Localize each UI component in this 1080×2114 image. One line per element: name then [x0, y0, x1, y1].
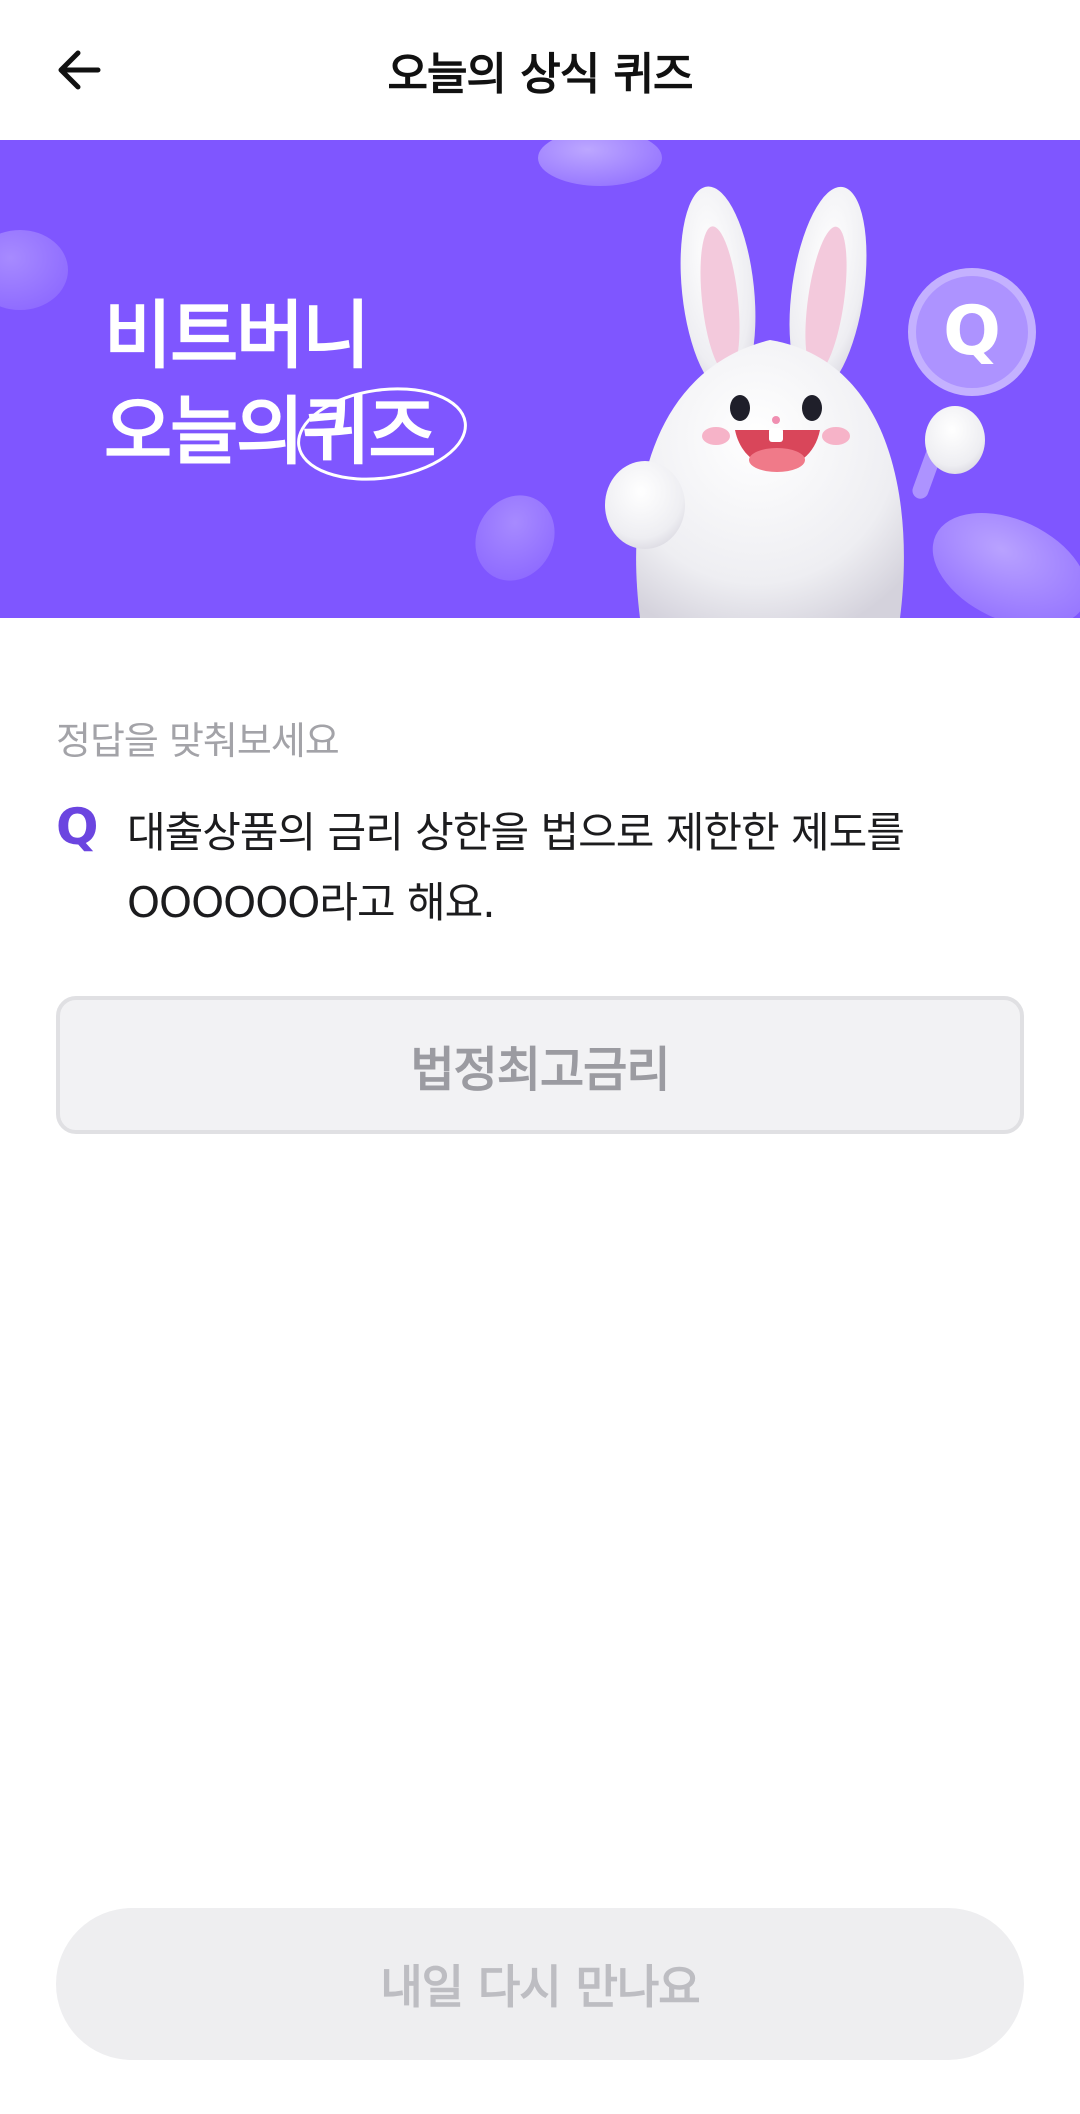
- banner-title-line2: 오늘의: [104, 389, 304, 475]
- top-app-bar: 오늘의 상식 퀴즈: [0, 0, 1080, 140]
- banner-title-line1: 비트버니: [104, 293, 370, 379]
- banner-title-highlight: 퀴즈: [297, 384, 468, 481]
- banner-title: 비트버니 오늘의 퀴즈: [104, 288, 468, 481]
- q-badge-letter: Q: [943, 292, 1001, 371]
- quiz-banner: Q 비트버니 오늘의 퀴즈: [0, 140, 1080, 618]
- see-you-tomorrow-button[interactable]: 내일 다시 만나요: [56, 1908, 1024, 2060]
- quiz-question-line1: 대출상품의 금리 상한을 법으로 제한한 제도를: [127, 808, 905, 857]
- quiz-question: 대출상품의 금리 상한을 법으로 제한한 제도를 OOOOOO라고 해요.: [127, 798, 987, 938]
- page-title: 오늘의 상식 퀴즈: [387, 49, 694, 100]
- quiz-hint: 정답을 맞춰보세요: [56, 719, 340, 763]
- quiz-question-line2: OOOOOO라고 해요.: [127, 878, 496, 927]
- answer-box: 법정최고금리: [56, 996, 1024, 1134]
- quiz-page: 오늘의 상식 퀴즈 Q 비트버니 오늘의 퀴즈 정답을 맞춰보세요 Q 대출상품…: [0, 0, 1080, 2114]
- hand-drawn-circle-icon: [297, 387, 468, 481]
- question-mark-label: Q: [56, 798, 99, 856]
